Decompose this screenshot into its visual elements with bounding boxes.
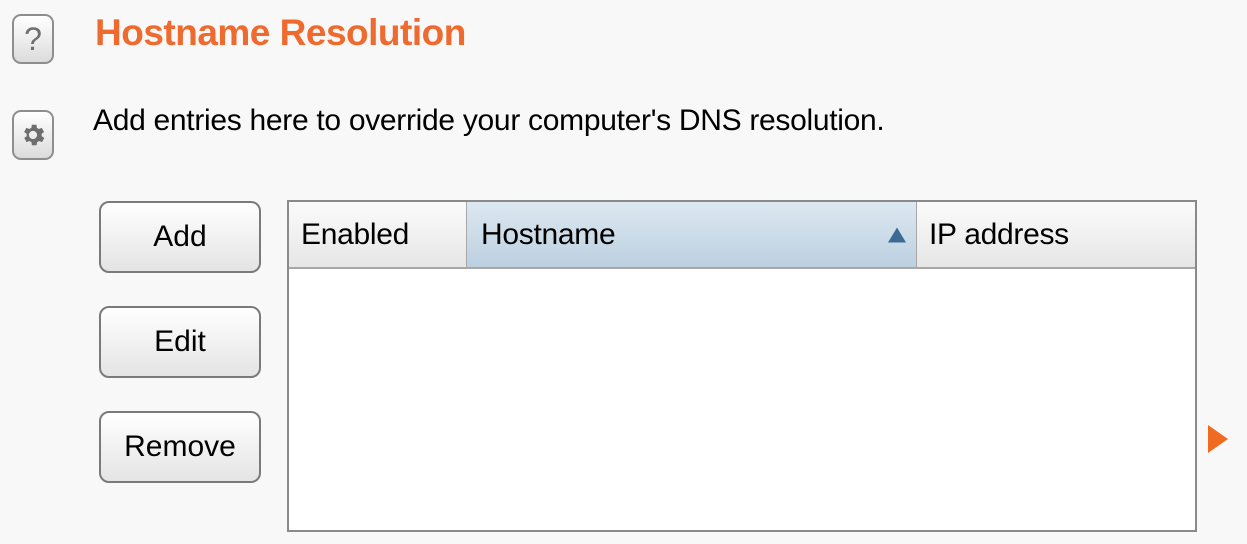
- column-label-hostname: Hostname: [481, 217, 616, 251]
- table-header: Enabled Hostname IP address: [289, 202, 1195, 269]
- edit-button[interactable]: Edit: [99, 306, 261, 378]
- column-label-ip-address: IP address: [929, 217, 1069, 251]
- expand-arrow-icon[interactable]: [1208, 425, 1228, 453]
- question-mark-icon: ?: [24, 21, 42, 57]
- column-header-ip-address[interactable]: IP address: [917, 202, 1195, 267]
- sort-ascending-icon: [888, 227, 906, 242]
- settings-button[interactable]: [12, 110, 54, 160]
- help-button[interactable]: ?: [12, 14, 54, 64]
- remove-button[interactable]: Remove: [99, 411, 261, 483]
- table-body[interactable]: [289, 269, 1195, 530]
- hostname-table: Enabled Hostname IP address: [287, 200, 1197, 532]
- column-header-enabled[interactable]: Enabled: [289, 202, 467, 267]
- panel-description: Add entries here to override your comput…: [93, 104, 885, 137]
- column-label-enabled: Enabled: [301, 217, 409, 251]
- add-button[interactable]: Add: [99, 201, 261, 273]
- gear-icon: [24, 124, 45, 146]
- page-title: Hostname Resolution: [95, 12, 466, 53]
- column-header-hostname[interactable]: Hostname: [467, 202, 917, 267]
